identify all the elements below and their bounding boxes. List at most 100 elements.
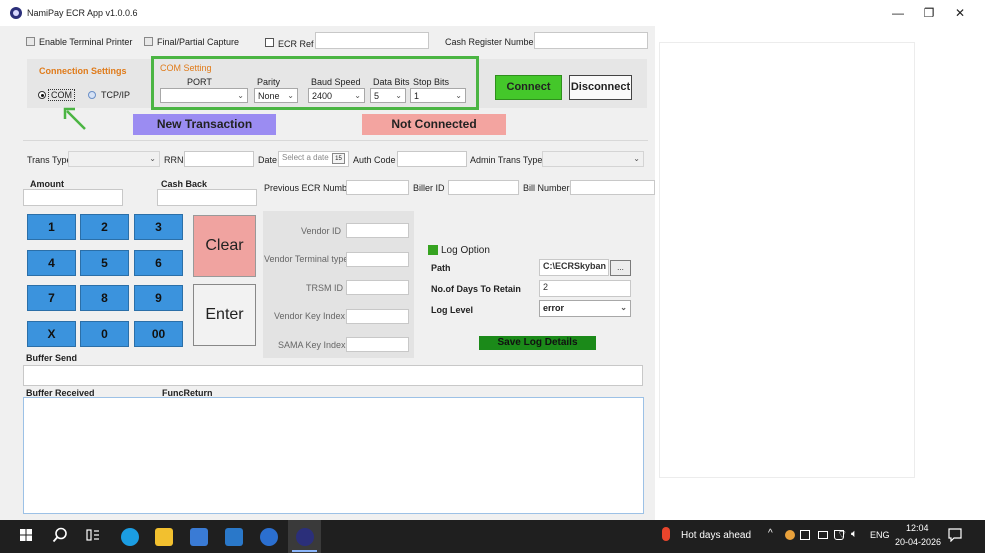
- connection-status-badge: Not Connected: [362, 114, 506, 135]
- days-retain-label: No.of Days To Retain: [431, 284, 521, 294]
- vendor-id-input[interactable]: [346, 223, 409, 238]
- auth-code-input[interactable]: [397, 151, 467, 167]
- baud-select[interactable]: 2400 ⌄: [308, 88, 365, 103]
- rrn-label: RRN: [164, 155, 184, 165]
- baud-value: 2400: [312, 91, 333, 101]
- parity-label: Parity: [257, 77, 281, 87]
- clock-time[interactable]: 12:04: [906, 523, 929, 533]
- log-level-value: error: [543, 303, 565, 313]
- keypad-00-button[interactable]: 00: [134, 321, 183, 347]
- cash-back-input[interactable]: [157, 189, 257, 206]
- path-input[interactable]: C:\ECRSkyban: [539, 259, 609, 276]
- keypad-5-button[interactable]: 5: [80, 250, 129, 276]
- days-retain-input[interactable]: 2: [539, 280, 631, 297]
- chevron-down-icon: ⌄: [633, 154, 640, 163]
- search-icon[interactable]: [52, 527, 68, 543]
- namipay-app-icon[interactable]: [296, 528, 314, 546]
- notification-icon[interactable]: [948, 528, 962, 542]
- admin-trans-type-label: Admin Trans Type: [470, 155, 543, 165]
- clock-date[interactable]: 20-04-2026: [895, 537, 941, 547]
- enable-printer-label: Enable Terminal Printer: [39, 37, 133, 47]
- keypad-3-button[interactable]: 3: [134, 214, 183, 240]
- close-button[interactable]: ✕: [945, 4, 975, 22]
- minimize-button[interactable]: —: [883, 4, 913, 22]
- store-icon[interactable]: [190, 528, 208, 546]
- port-select[interactable]: ⌄: [160, 88, 248, 103]
- app-logo-icon: [10, 7, 22, 19]
- restore-button[interactable]: ❐: [914, 4, 944, 22]
- connect-button[interactable]: Connect: [495, 75, 562, 100]
- final-partial-checkbox[interactable]: [144, 37, 153, 46]
- keypad-4-button[interactable]: 4: [27, 250, 76, 276]
- title-bar: [0, 0, 985, 26]
- keypad-1-button[interactable]: 1: [27, 214, 76, 240]
- save-log-button[interactable]: Save Log Details: [479, 336, 596, 350]
- edge-browser-icon[interactable]: [121, 528, 139, 546]
- windows-start-icon[interactable]: [20, 529, 32, 541]
- previous-ecr-input[interactable]: [346, 180, 409, 195]
- path-label: Path: [431, 263, 451, 273]
- sama-key-index-input[interactable]: [346, 337, 409, 352]
- app-launcher-icon[interactable]: [260, 528, 278, 546]
- parity-value: None: [258, 91, 280, 101]
- cash-register-input[interactable]: [534, 32, 648, 49]
- final-partial-label: Final/Partial Capture: [157, 37, 240, 47]
- stopbits-value: 1: [414, 91, 420, 101]
- com-setting-title: COM Setting: [160, 63, 212, 73]
- com-radio[interactable]: [38, 91, 46, 99]
- keypad-9-button[interactable]: 9: [134, 285, 183, 311]
- vendor-key-index-input[interactable]: [346, 309, 409, 324]
- databits-select[interactable]: 5 ⌄: [370, 88, 406, 103]
- keypad-8-button[interactable]: 8: [80, 285, 129, 311]
- baud-label: Baud Speed: [311, 77, 361, 87]
- language-indicator[interactable]: ENG: [870, 530, 890, 540]
- enable-printer-checkbox[interactable]: [26, 37, 35, 46]
- tray-app-icon[interactable]: [785, 530, 795, 540]
- trsm-id-input[interactable]: [346, 280, 409, 295]
- parity-select[interactable]: None ⌄: [254, 88, 298, 103]
- stopbits-select[interactable]: 1 ⌄: [410, 88, 466, 103]
- keypad-2-button[interactable]: 2: [80, 214, 129, 240]
- auth-code-label: Auth Code: [353, 155, 396, 165]
- window-title: NamiPay ECR App v1.0.0.6: [27, 8, 138, 18]
- log-level-label: Log Level: [431, 305, 474, 315]
- rrn-input[interactable]: [184, 151, 254, 167]
- log-option-checkbox[interactable]: [428, 245, 438, 255]
- output-panel: [659, 42, 915, 478]
- tcp-radio[interactable]: [88, 91, 96, 99]
- file-explorer-icon[interactable]: [155, 528, 173, 546]
- clear-button[interactable]: Clear: [193, 215, 256, 277]
- volume-icon[interactable]: 🔈︎: [851, 528, 858, 541]
- trans-type-select[interactable]: ⌄: [68, 151, 160, 167]
- calendar-icon[interactable]: 15: [332, 153, 345, 164]
- chevron-down-icon: ⌄: [237, 91, 244, 100]
- keypad-x-button[interactable]: X: [27, 321, 76, 347]
- keypad-7-button[interactable]: 7: [27, 285, 76, 311]
- tray-monitor-icon[interactable]: [800, 530, 810, 540]
- biller-id-input[interactable]: [448, 180, 519, 195]
- browse-button[interactable]: ...: [610, 260, 631, 276]
- buffer-send-input[interactable]: [23, 365, 643, 386]
- buffer-received-textarea[interactable]: [23, 397, 644, 514]
- keypad-6-button[interactable]: 6: [134, 250, 183, 276]
- admin-trans-type-select[interactable]: ⌄: [542, 151, 644, 167]
- bill-number-input[interactable]: [570, 180, 655, 195]
- ecr-ref-checkbox[interactable]: [265, 38, 274, 47]
- chevron-up-icon[interactable]: ^: [768, 528, 773, 539]
- keypad-0-button[interactable]: 0: [80, 321, 129, 347]
- log-level-select[interactable]: error ⌄: [539, 300, 631, 317]
- weather-text[interactable]: Hot days ahead: [681, 530, 751, 541]
- weather-icon[interactable]: [662, 527, 670, 541]
- com-radio-label[interactable]: COM: [48, 89, 75, 101]
- wifi-icon[interactable]: ⌔: [837, 528, 847, 542]
- tray-device-icon[interactable]: [818, 531, 828, 539]
- chevron-down-icon: ⌄: [395, 91, 402, 100]
- mail-icon[interactable]: [225, 528, 243, 546]
- task-view-icon[interactable]: [86, 528, 100, 542]
- stopbits-label: Stop Bits: [413, 77, 450, 87]
- amount-input[interactable]: [23, 189, 123, 206]
- disconnect-button[interactable]: Disconnect: [569, 75, 632, 100]
- vendor-terminal-type-input[interactable]: [346, 252, 409, 267]
- enter-button[interactable]: Enter: [193, 284, 256, 346]
- ecr-ref-input[interactable]: [315, 32, 429, 49]
